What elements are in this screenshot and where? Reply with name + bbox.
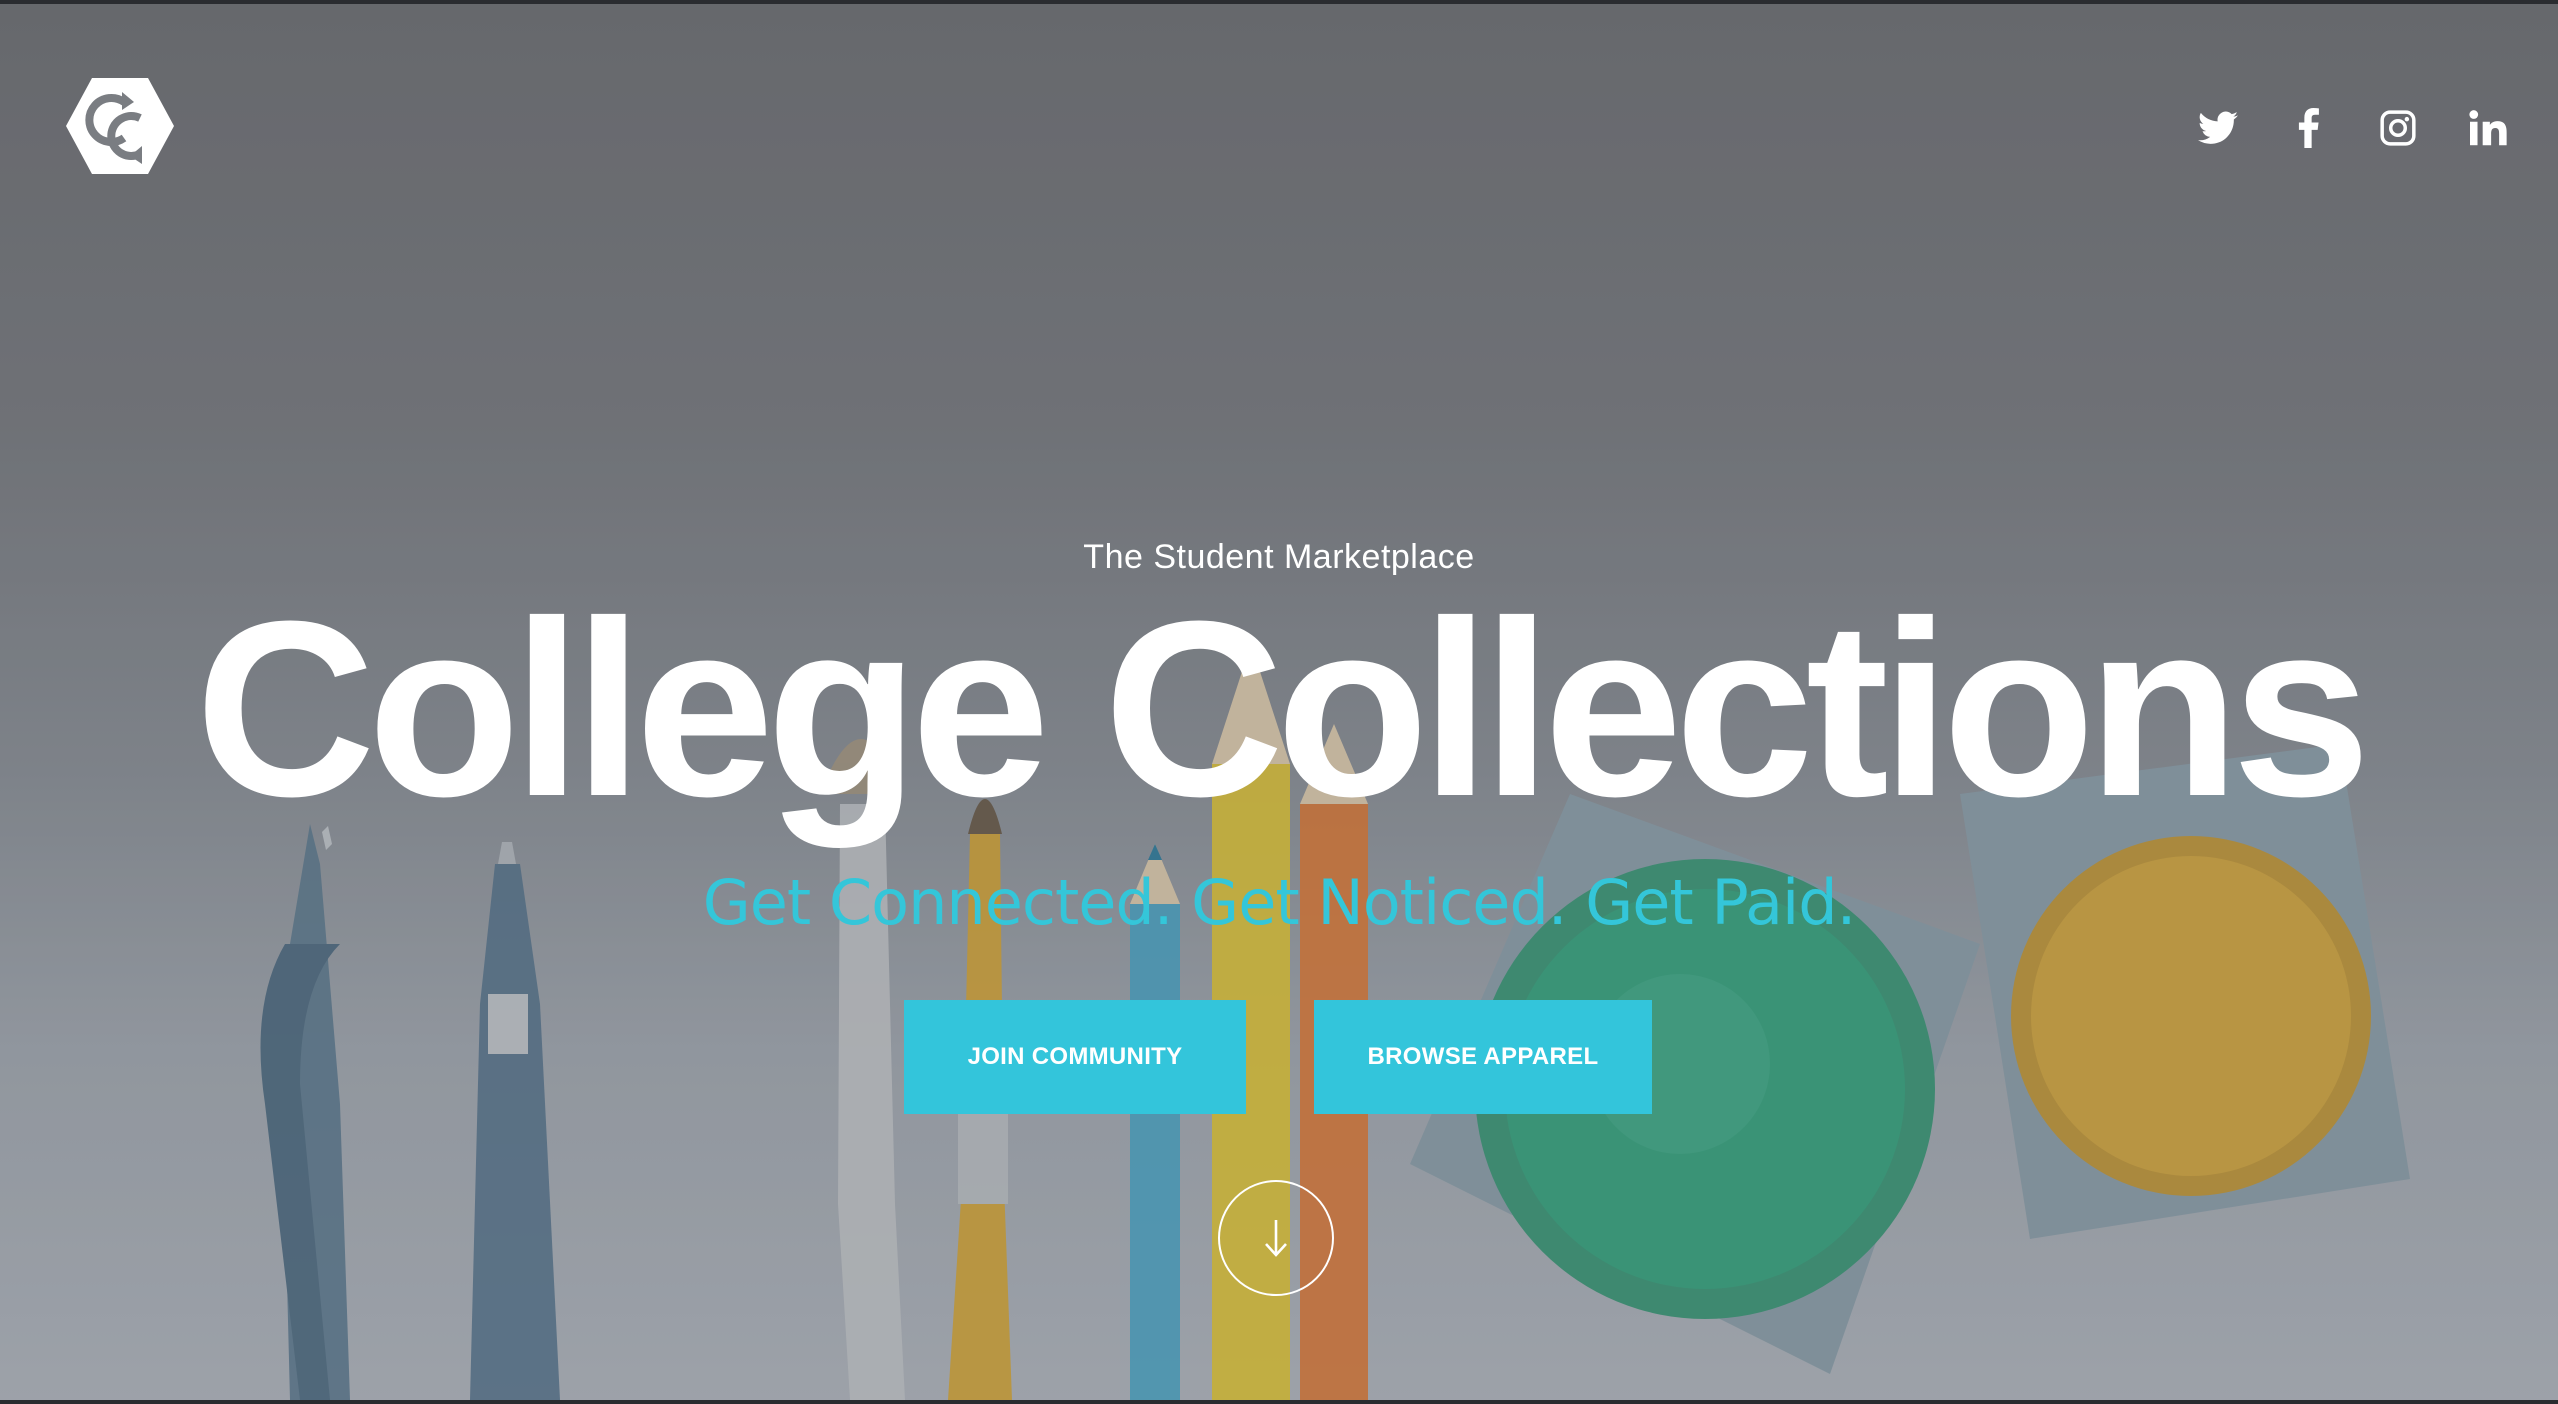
hexagon-cc-logo-icon[interactable] [64, 76, 176, 176]
instagram-icon[interactable] [2374, 104, 2422, 152]
hero-title: College Collections [195, 569, 2371, 848]
scroll-down-button[interactable] [1218, 1180, 1334, 1296]
arrow-down-icon [1265, 1220, 1287, 1257]
facebook-icon[interactable] [2284, 104, 2332, 152]
twitter-icon[interactable] [2194, 104, 2242, 152]
hero-subtitle: Get Connected. Get Noticed. Get Paid. [702, 866, 1857, 939]
linkedin-icon[interactable] [2464, 104, 2512, 152]
browse-apparel-button[interactable]: BROWSE APPAREL [1314, 1000, 1652, 1114]
join-community-button[interactable]: JOIN COMMUNITY [904, 1000, 1246, 1114]
hero-section: The Student Marketplace College Collecti… [0, 4, 2558, 1400]
